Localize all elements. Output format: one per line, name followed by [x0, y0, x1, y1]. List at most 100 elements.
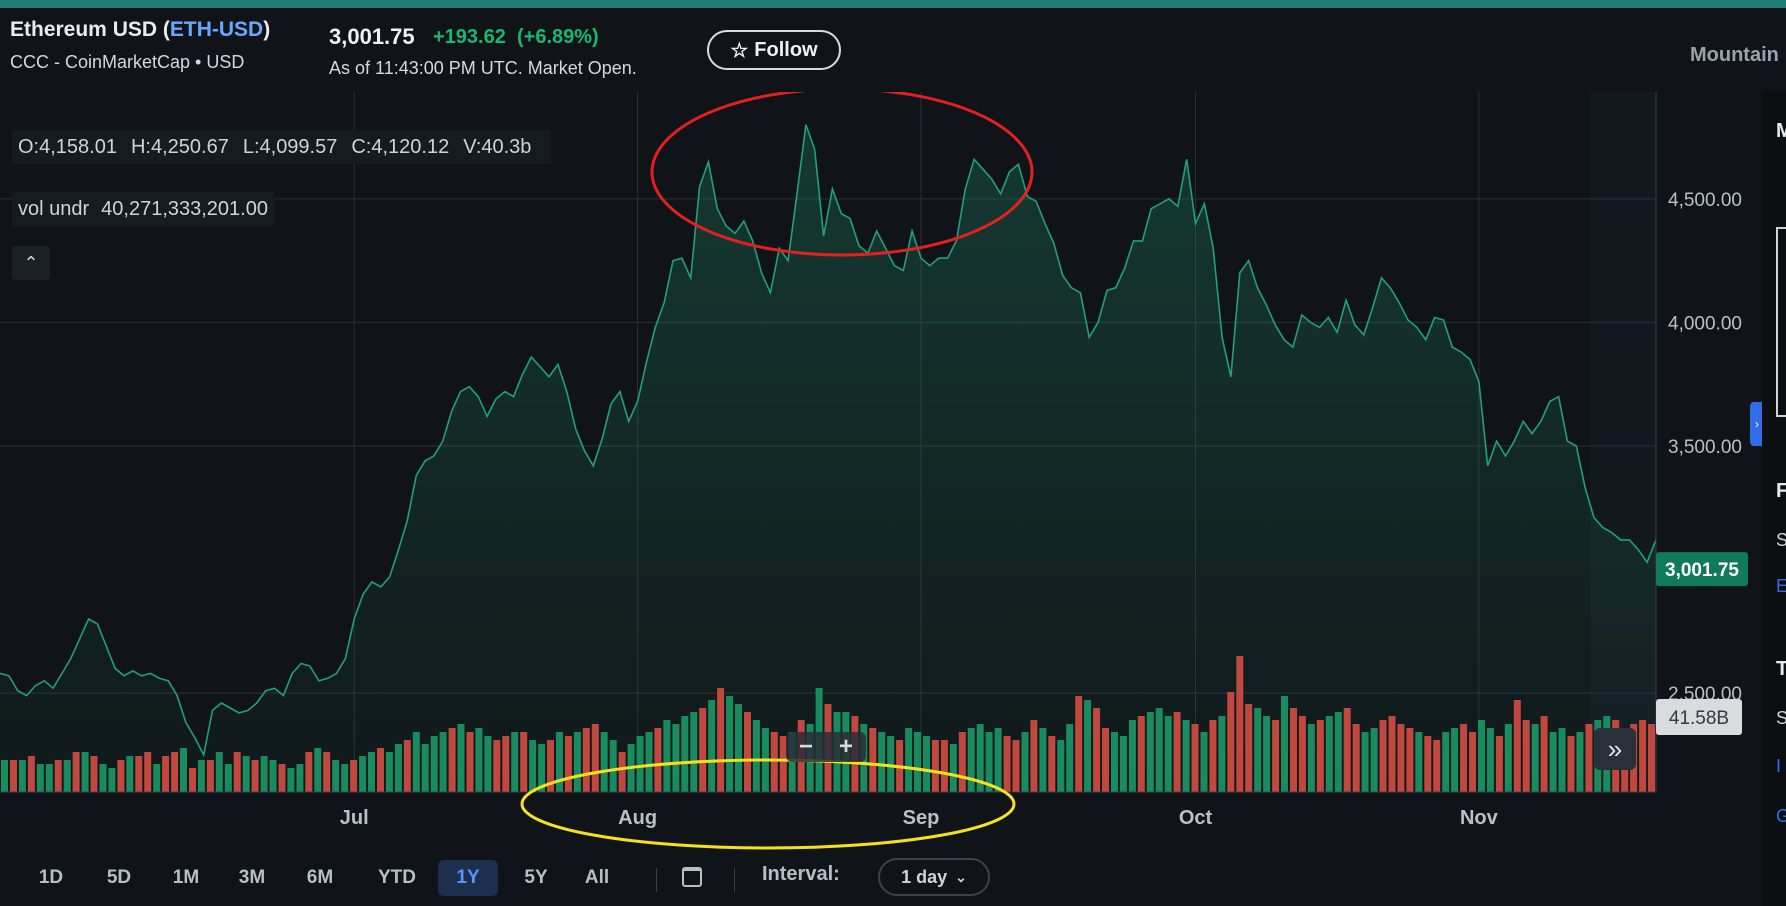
- volume-bar: [153, 764, 161, 792]
- volume-bar: [1048, 736, 1056, 792]
- current-volume-tag: 41.58B: [1656, 699, 1742, 735]
- star-icon: ☆: [730, 39, 749, 62]
- vol-undr-value: 40,271,333,201.00: [101, 197, 268, 220]
- asset-source: CCC - CoinMarketCap • USD: [10, 52, 245, 72]
- volume-bar: [1513, 700, 1521, 792]
- volume-bar: [958, 732, 966, 792]
- volume-bar: [699, 708, 707, 792]
- follow-button[interactable]: ☆ Follow: [707, 30, 841, 70]
- volume-bar: [726, 696, 734, 792]
- volume-bar: [162, 756, 170, 792]
- volume-bar: [189, 768, 196, 792]
- volume-bar: [1137, 716, 1145, 792]
- chart-style-selector[interactable]: Mountain: [1690, 44, 1779, 67]
- volume-bar: [905, 728, 913, 792]
- volume-bar: [967, 728, 975, 792]
- interval-value: 1 day: [901, 866, 948, 887]
- volume-bar: [1451, 728, 1459, 792]
- panel-heading-2: F: [1776, 480, 1786, 502]
- volume-bar: [206, 760, 214, 792]
- volume-bar: [484, 736, 492, 792]
- asset-title: Ethereum USD (ETH-USD): [10, 18, 270, 42]
- volume-bar: [1155, 708, 1163, 792]
- volume-bar: [1298, 716, 1306, 792]
- range-button-3m[interactable]: 3M: [224, 860, 280, 896]
- volume-bar: [949, 744, 957, 792]
- range-button-5d[interactable]: 5D: [90, 860, 148, 896]
- volume-bar: [1012, 740, 1020, 792]
- volume-bar: [1504, 724, 1512, 792]
- panel-link-2[interactable]: I: [1776, 756, 1781, 777]
- range-button-5y[interactable]: 5Y: [508, 860, 564, 896]
- panel-text-2: S: [1776, 708, 1786, 728]
- volume-bar: [1191, 724, 1199, 792]
- chart-area[interactable]: 4,500.00 4,000.00 3,500.00 2,500.00 Jul Aug S…: [0, 92, 1786, 906]
- volume-bar: [1111, 732, 1118, 792]
- zoom-in-button[interactable]: +: [839, 733, 853, 761]
- asset-name: Ethereum USD (: [10, 18, 170, 41]
- volume-bar: [1093, 708, 1101, 792]
- volume-bar: [1209, 720, 1217, 792]
- asset-name-close: ): [263, 18, 271, 41]
- volume-bar: [493, 740, 501, 792]
- scroll-to-latest-button[interactable]: »: [1594, 728, 1636, 770]
- volume-bar: [600, 732, 608, 792]
- volume-bar: [744, 712, 751, 792]
- svg-text:41.58B: 41.58B: [1669, 708, 1729, 729]
- volume-bar: [708, 700, 716, 792]
- volume-bar: [81, 752, 89, 792]
- range-button-6m[interactable]: 6M: [290, 860, 350, 896]
- volume-bar: [63, 760, 71, 792]
- volume-bar: [1200, 732, 1208, 792]
- legend-high: H:4,250.67: [130, 135, 229, 158]
- x-tick-label: Nov: [1460, 807, 1499, 829]
- zoom-out-button[interactable]: −: [799, 733, 813, 761]
- volume-bar: [1460, 724, 1468, 792]
- volume-bar: [1325, 716, 1333, 792]
- range-button-all[interactable]: All: [572, 860, 622, 896]
- asset-symbol-link[interactable]: ETH-USD: [170, 18, 263, 41]
- volume-bar: [663, 720, 671, 792]
- range-button-1m[interactable]: 1M: [158, 860, 214, 896]
- quote-header: Ethereum USD (ETH-USD) CCC - CoinMarketC…: [0, 8, 1786, 92]
- legend-close: C:4,120.12: [351, 135, 450, 158]
- volume-bar: [287, 768, 295, 792]
- volume-bar: [215, 752, 223, 792]
- volume-bar: [1469, 732, 1476, 792]
- volume-bar: [305, 752, 313, 792]
- y-tick-label: 3,500.00: [1668, 437, 1742, 458]
- range-button-1d[interactable]: 1D: [22, 860, 80, 896]
- volume-bar: [556, 732, 563, 792]
- volume-bar: [430, 736, 438, 792]
- volume-bar: [1397, 724, 1405, 792]
- range-button-ytd[interactable]: YTD: [360, 860, 434, 896]
- volume-bar: [180, 748, 187, 792]
- volume-bar: [1531, 724, 1539, 792]
- volume-bar: [1146, 712, 1154, 792]
- volume-bar: [233, 752, 241, 792]
- volume-bar: [636, 736, 644, 792]
- volume-bar: [10, 760, 17, 792]
- volume-bar: [314, 748, 322, 792]
- interval-select[interactable]: 1 day ⌄: [878, 858, 990, 896]
- volume-bar: [1576, 732, 1584, 792]
- volume-bar: [368, 752, 375, 792]
- panel-link-1[interactable]: E: [1776, 576, 1786, 597]
- volume-bar: [1567, 736, 1575, 792]
- volume-bar: [1003, 736, 1011, 792]
- volume-bar: [269, 760, 277, 792]
- interval-label: Interval:: [762, 863, 840, 885]
- volume-bar: [135, 756, 143, 792]
- panel-heading-1: M: [1776, 120, 1786, 142]
- collapse-legend-button[interactable]: ⌃: [12, 246, 50, 280]
- volume-bar: [1057, 740, 1065, 792]
- y-tick-label: 4,000.00: [1668, 313, 1742, 334]
- volume-bar: [1245, 704, 1253, 792]
- panel-link-3[interactable]: G: [1776, 806, 1786, 827]
- volume-bar: [260, 756, 268, 792]
- range-button-1y[interactable]: 1Y: [438, 860, 498, 896]
- calendar-icon[interactable]: [682, 867, 702, 887]
- volume-bar: [323, 752, 331, 792]
- volume-bar: [1639, 720, 1647, 792]
- volume-bar: [1218, 716, 1226, 792]
